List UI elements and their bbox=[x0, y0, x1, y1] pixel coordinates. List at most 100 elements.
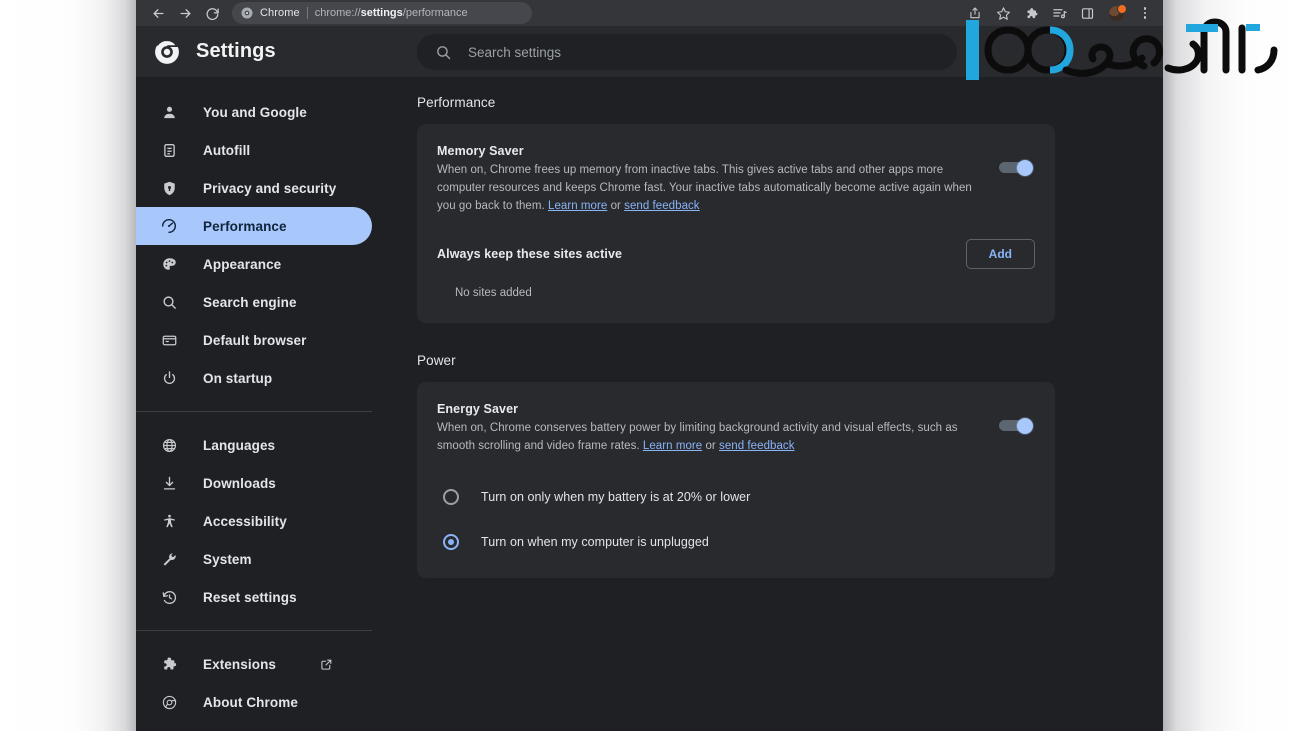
radio-option-battery-threshold[interactable]: Turn on only when my battery is at 20% o… bbox=[417, 474, 1055, 519]
settings-header: Settings bbox=[136, 26, 1163, 77]
sidebar-item-label: Reset settings bbox=[203, 589, 297, 605]
sidebar-item-default-browser[interactable]: Default browser bbox=[136, 321, 372, 359]
settings-body: You and Google Autofill Privacy and secu… bbox=[136, 77, 1163, 731]
page-title: Settings bbox=[196, 40, 276, 62]
side-panel-icon[interactable] bbox=[1073, 1, 1101, 25]
sidebar-item-label: On startup bbox=[203, 370, 273, 386]
add-site-button[interactable]: Add bbox=[965, 239, 1035, 270]
settings-main-content: Performance Memory Saver When on, Chrome… bbox=[417, 77, 1163, 731]
profile-avatar[interactable] bbox=[1101, 1, 1131, 25]
memory-saver-send-feedback-link[interactable]: send feedback bbox=[624, 200, 699, 212]
sidebar-item-label: Languages bbox=[203, 437, 276, 453]
person-icon bbox=[159, 102, 179, 122]
sidebar-item-languages[interactable]: Languages bbox=[136, 426, 372, 464]
memory-saver-title: Memory Saver bbox=[437, 144, 524, 158]
browser-window-icon bbox=[159, 330, 179, 350]
memory-saver-toggle[interactable] bbox=[999, 160, 1033, 176]
settings-search-box[interactable] bbox=[417, 34, 957, 70]
conjunction-or: or bbox=[607, 199, 625, 212]
performance-section-title: Performance bbox=[417, 95, 496, 110]
sidebar-item-label: Performance bbox=[203, 218, 287, 234]
chrome-logo-icon bbox=[154, 38, 180, 65]
screenshot-stage: Chrome chrome://settings/performance Set… bbox=[0, 0, 1300, 731]
page-backdrop-left bbox=[0, 0, 136, 731]
memory-saver-card: Memory Saver When on, Chrome frees up me… bbox=[417, 124, 1055, 324]
energy-saver-card: Energy Saver When on, Chrome conserves b… bbox=[417, 382, 1055, 579]
sidebar-item-label: Accessibility bbox=[203, 513, 287, 529]
energy-saver-learn-more-link[interactable]: Learn more bbox=[643, 440, 702, 452]
memory-saver-learn-more-link[interactable]: Learn more bbox=[548, 200, 607, 212]
globe-icon bbox=[159, 435, 179, 455]
sidebar-item-system[interactable]: System bbox=[136, 540, 372, 578]
sidebar-item-performance[interactable]: Performance bbox=[136, 207, 372, 245]
sidebar-item-label: Default browser bbox=[203, 332, 307, 348]
extensions-puzzle-icon[interactable] bbox=[1017, 1, 1045, 25]
sidebar-item-on-startup[interactable]: On startup bbox=[136, 359, 372, 397]
sidebar-item-about-chrome[interactable]: About Chrome bbox=[136, 683, 372, 721]
sidebar-item-label: Autofill bbox=[203, 142, 251, 158]
shield-lock-icon bbox=[159, 178, 179, 198]
sidebar-item-label: Appearance bbox=[203, 256, 282, 272]
bookmark-star-icon[interactable] bbox=[989, 1, 1017, 25]
sidebar-item-downloads[interactable]: Downloads bbox=[136, 464, 372, 502]
sidebar-item-reset-settings[interactable]: Reset settings bbox=[136, 578, 372, 616]
share-icon[interactable] bbox=[961, 1, 989, 25]
sidebar-item-label: Search engine bbox=[203, 294, 297, 310]
radio-option-label: Turn on when my computer is unplugged bbox=[481, 534, 709, 549]
sidebar-item-label: Privacy and security bbox=[203, 180, 337, 196]
omnibox-url: chrome://settings/performance bbox=[315, 7, 468, 19]
chrome-browser-window: Chrome chrome://settings/performance Set… bbox=[136, 0, 1163, 731]
download-icon bbox=[159, 473, 179, 493]
reload-button[interactable] bbox=[199, 2, 225, 24]
radio-button-unchecked[interactable] bbox=[443, 488, 459, 505]
sidebar-item-search-engine[interactable]: Search engine bbox=[136, 283, 372, 321]
browser-toolbar: Chrome chrome://settings/performance bbox=[136, 0, 1163, 26]
energy-saver-row: Energy Saver When on, Chrome conserves b… bbox=[417, 382, 1055, 474]
sidebar-item-label: System bbox=[203, 551, 252, 567]
history-reset-icon bbox=[159, 587, 179, 607]
energy-saver-toggle[interactable] bbox=[999, 418, 1033, 435]
energy-saver-send-feedback-link[interactable]: send feedback bbox=[719, 440, 794, 452]
page-backdrop-right bbox=[1163, 0, 1300, 731]
sidebar-item-label: About Chrome bbox=[203, 694, 298, 710]
magnifier-icon bbox=[159, 292, 179, 312]
radio-button-checked[interactable] bbox=[443, 533, 459, 550]
navigation-buttons bbox=[136, 2, 225, 24]
clipboard-icon bbox=[159, 140, 179, 160]
omnibox[interactable]: Chrome chrome://settings/performance bbox=[232, 2, 532, 24]
energy-saver-text: Energy Saver When on, Chrome conserves b… bbox=[437, 402, 999, 456]
open-in-new-icon[interactable] bbox=[320, 658, 333, 671]
radio-option-unplugged[interactable]: Turn on when my computer is unplugged bbox=[417, 519, 1055, 564]
radio-option-label: Turn on only when my battery is at 20% o… bbox=[481, 489, 751, 504]
search-icon bbox=[435, 44, 452, 61]
toolbar-right-icons bbox=[961, 0, 1159, 26]
conjunction-or: or bbox=[702, 440, 720, 453]
settings-sidebar: You and Google Autofill Privacy and secu… bbox=[136, 77, 417, 731]
memory-saver-description: When on, Chrome frees up memory from ina… bbox=[437, 162, 973, 215]
sidebar-item-you-and-google[interactable]: You and Google bbox=[136, 93, 372, 131]
power-section-title: Power bbox=[417, 353, 456, 369]
omnibox-app-label: Chrome bbox=[260, 7, 300, 19]
power-icon bbox=[159, 368, 179, 388]
three-dot-menu-icon[interactable] bbox=[1131, 1, 1159, 25]
chrome-circle-icon bbox=[159, 692, 179, 712]
url-prefix: chrome:// bbox=[314, 7, 361, 19]
sidebar-item-extensions[interactable]: Extensions bbox=[136, 645, 372, 683]
no-sites-added-text: No sites added bbox=[455, 287, 532, 300]
back-button[interactable] bbox=[145, 2, 171, 24]
palette-icon bbox=[159, 254, 179, 274]
sidebar-item-privacy-and-security[interactable]: Privacy and security bbox=[136, 169, 372, 207]
reading-list-icon[interactable] bbox=[1045, 1, 1073, 25]
omnibox-divider bbox=[306, 7, 308, 19]
sidebar-item-autofill[interactable]: Autofill bbox=[136, 131, 372, 169]
sidebar-item-appearance[interactable]: Appearance bbox=[136, 245, 372, 283]
forward-button[interactable] bbox=[172, 2, 198, 24]
sidebar-item-label: Downloads bbox=[203, 475, 276, 491]
chrome-favicon bbox=[241, 7, 253, 19]
search-input[interactable] bbox=[468, 44, 939, 60]
sidebar-item-accessibility[interactable]: Accessibility bbox=[136, 502, 372, 540]
